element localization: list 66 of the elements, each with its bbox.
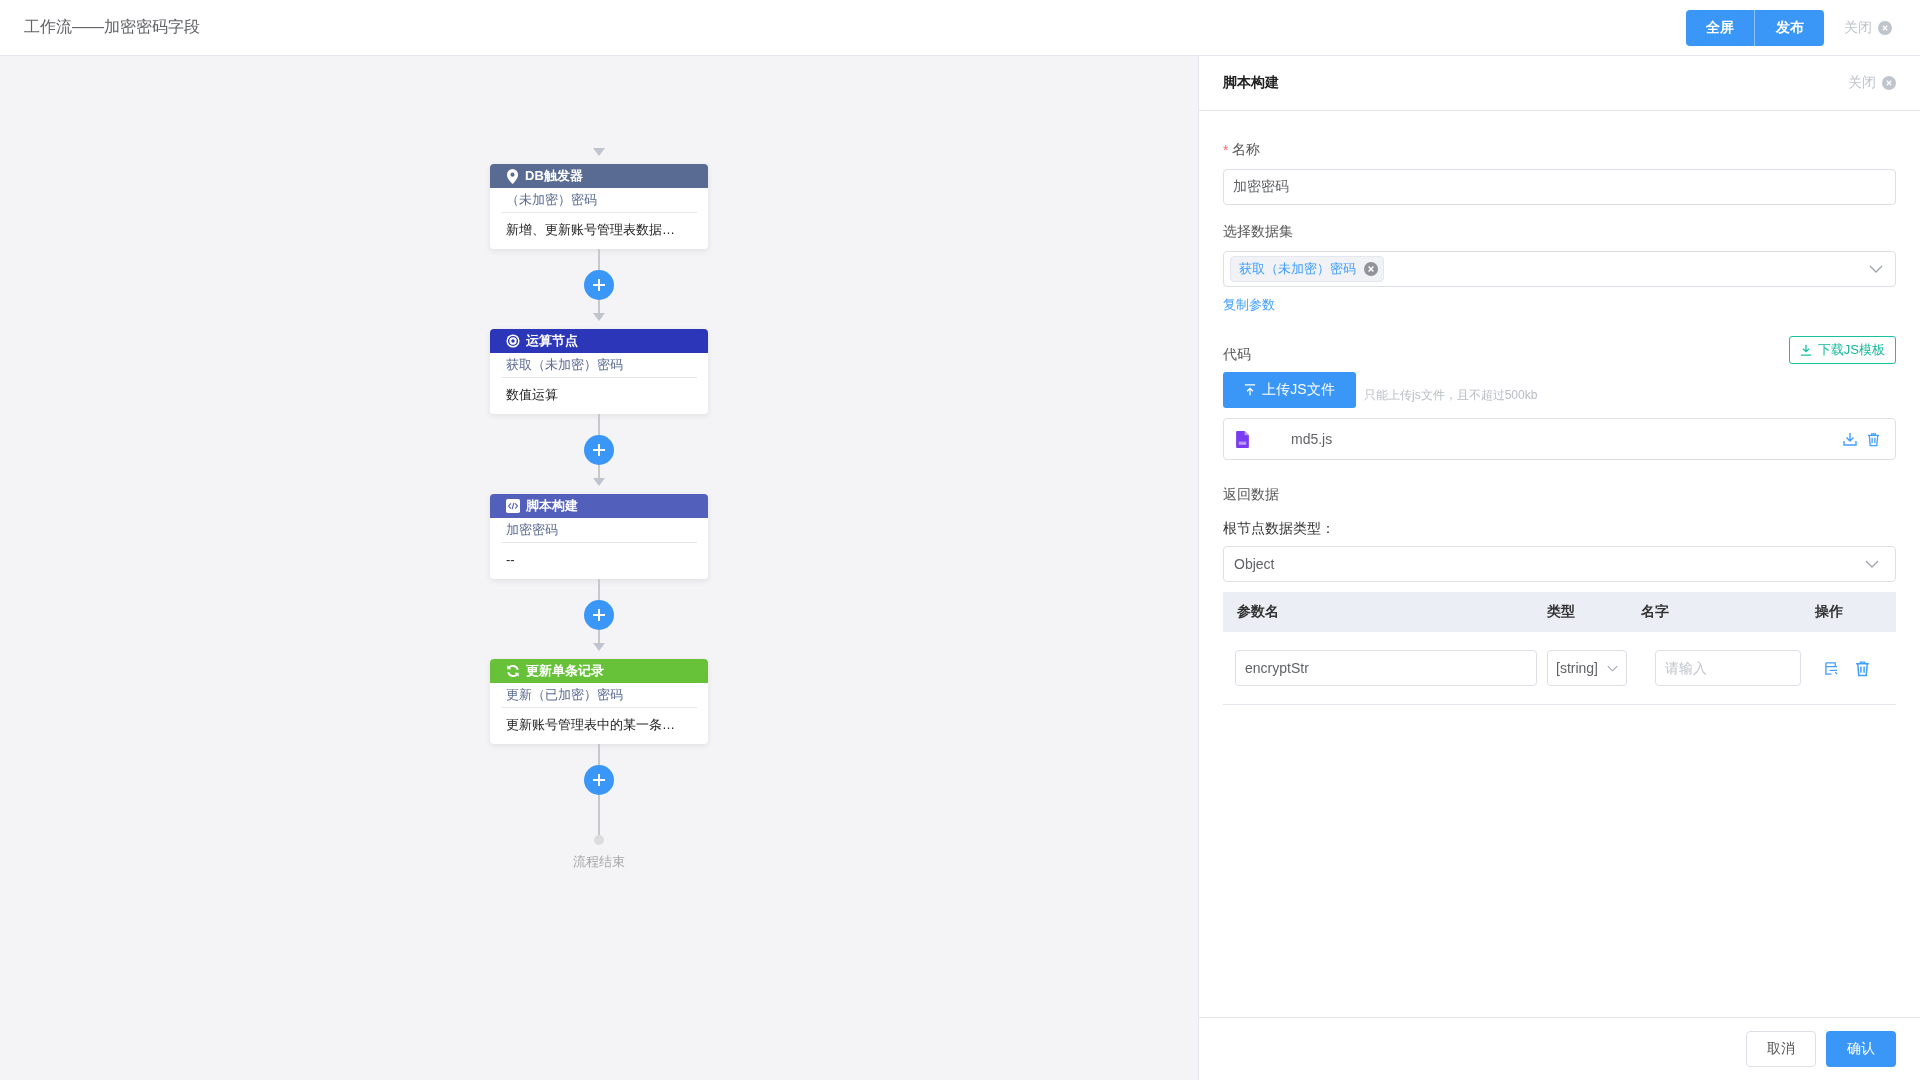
section-label: 返回数据 <box>1223 486 1279 502</box>
node-title: 更新单条记录 <box>526 662 604 680</box>
node-subtitle: 获取（未加密）密码 <box>501 353 697 378</box>
flow-end-label: 流程结束 <box>573 853 625 871</box>
upload-icon <box>1244 384 1257 396</box>
node-title: DB触发器 <box>525 167 583 185</box>
node-subtitle: （未加密）密码 <box>501 188 697 213</box>
column-header: 名字 <box>1641 603 1670 621</box>
refresh-icon <box>506 664 520 678</box>
target-icon <box>506 334 520 348</box>
download-icon[interactable] <box>1842 431 1858 447</box>
file-name: md5.js <box>1291 431 1333 447</box>
plus-icon <box>592 278 606 292</box>
add-node-button[interactable] <box>584 435 614 465</box>
flow-node-card[interactable]: 运算节点 获取（未加密）密码 数值运算 <box>490 329 708 414</box>
required-mark: * <box>1223 142 1229 158</box>
page-title: 工作流——加密密码字段 <box>24 17 200 37</box>
label-field[interactable]: 请输入 <box>1655 650 1801 686</box>
end-dot-icon <box>594 835 604 845</box>
field-label: 选择数据集 <box>1223 223 1293 241</box>
node-subtitle: 更新（已加密）密码 <box>501 683 697 708</box>
node-description: 更新账号管理表中的某一条… <box>505 716 676 734</box>
column-header: 操作 <box>1815 603 1844 621</box>
chevron-down-icon <box>1865 560 1879 568</box>
dataset-tag: 获取（未加密）密码 <box>1230 256 1384 282</box>
chevron-down-icon <box>1607 664 1618 672</box>
field-label: 根节点数据类型： <box>1223 520 1335 536</box>
root-type-select[interactable]: Object <box>1223 546 1896 582</box>
field-label: 名称 <box>1232 141 1261 159</box>
select-value: [string] <box>1556 660 1598 676</box>
list-edit-icon[interactable] <box>1823 660 1840 676</box>
add-node-button[interactable] <box>584 765 614 795</box>
node-title: 脚本构建 <box>526 497 578 515</box>
code-icon <box>506 499 520 513</box>
arrow-head-icon <box>593 148 605 156</box>
flow-node-card[interactable]: 更新单条记录 更新（已加密）密码 更新账号管理表中的某一条… <box>490 659 708 744</box>
column-header: 类型 <box>1547 603 1576 621</box>
node-description: 数值运算 <box>505 386 559 404</box>
node-description: 新增、更新账号管理表数据… <box>505 221 676 239</box>
type-select[interactable]: [string] <box>1547 650 1627 686</box>
node-subtitle: 加密密码 <box>501 518 697 543</box>
add-node-button[interactable] <box>584 270 614 300</box>
js-file-icon <box>1236 430 1249 448</box>
chevron-down-icon <box>1869 265 1883 273</box>
column-header: 参数名 <box>1236 603 1280 621</box>
param-name-field[interactable]: encryptStr <box>1235 650 1537 686</box>
field-label: 代码 <box>1223 346 1251 364</box>
flow-node-card[interactable]: DB触发器 （未加密）密码 新增、更新账号管理表数据… <box>490 164 708 249</box>
plus-icon <box>592 773 606 787</box>
location-pin-icon <box>506 168 519 184</box>
plus-icon <box>592 608 606 622</box>
name-field[interactable]: 加密密码 <box>1223 169 1896 205</box>
select-value: Object <box>1234 556 1275 572</box>
add-node-button[interactable] <box>584 600 614 630</box>
node-description: -- <box>505 551 516 569</box>
download-icon <box>1799 344 1812 356</box>
cancel-button[interactable]: 取消 <box>1746 1031 1816 1067</box>
close-icon <box>1882 76 1896 90</box>
panel-title: 脚本构建 <box>1223 74 1279 92</box>
trash-icon[interactable] <box>1866 431 1881 447</box>
flow-node-card[interactable]: 脚本构建 加密密码 -- <box>490 494 708 579</box>
trash-icon[interactable] <box>1854 659 1871 677</box>
remove-icon[interactable] <box>1364 262 1378 276</box>
plus-icon <box>592 443 606 457</box>
close-icon <box>1878 20 1892 35</box>
node-title: 运算节点 <box>526 332 578 350</box>
